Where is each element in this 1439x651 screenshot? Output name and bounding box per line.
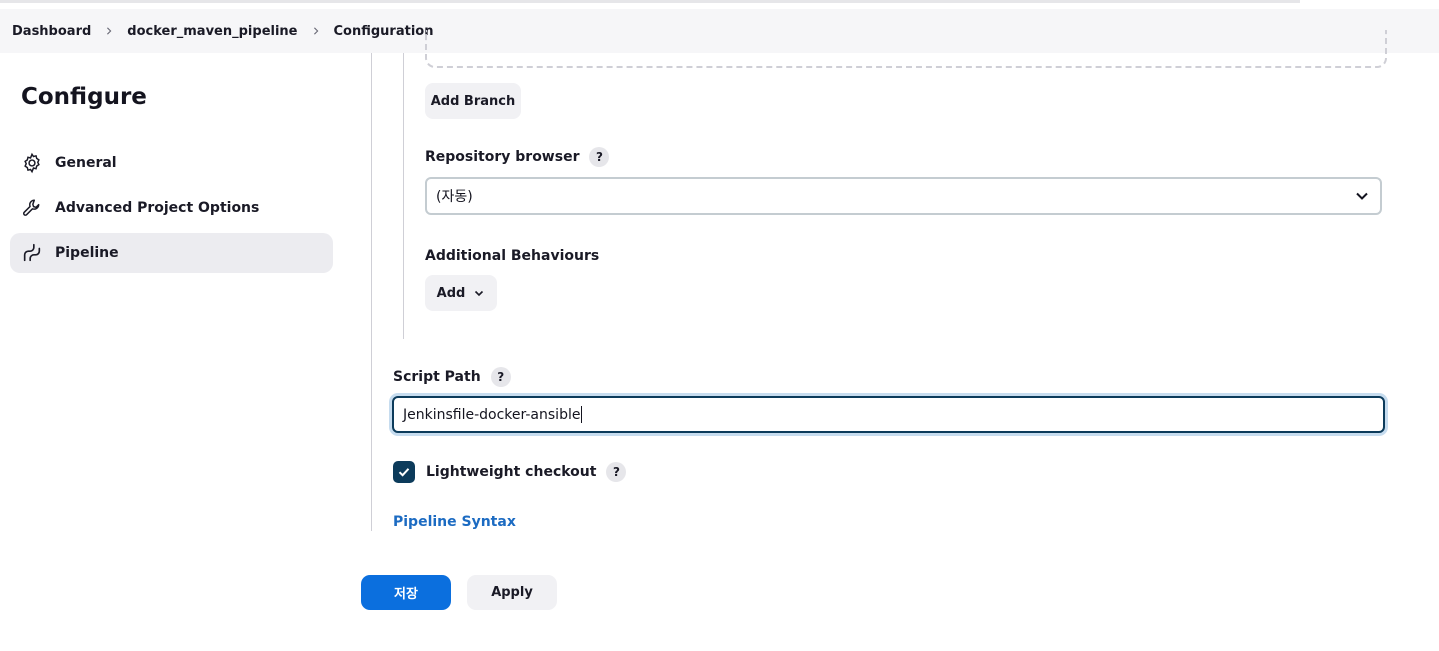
- chevron-down-icon: [1354, 188, 1370, 204]
- breadcrumb-dashboard[interactable]: Dashboard: [12, 24, 91, 39]
- script-path-value: Jenkinsfile-docker-ansible: [403, 406, 581, 423]
- add-branch-button[interactable]: Add Branch: [425, 83, 521, 119]
- pipeline-icon: [21, 242, 43, 264]
- sidebar-item-general[interactable]: General: [10, 143, 333, 183]
- add-button-label: Add: [436, 285, 466, 301]
- repository-browser-label: Repository browser ?: [425, 147, 610, 167]
- help-icon[interactable]: ?: [589, 147, 610, 167]
- sidebar-item-advanced-project-options[interactable]: Advanced Project Options: [10, 188, 333, 228]
- repository-browser-select[interactable]: (자동): [425, 177, 1382, 215]
- lightweight-checkout-label: Lightweight checkout ?: [426, 461, 627, 483]
- apply-button[interactable]: Apply: [467, 575, 557, 610]
- text-caret: [581, 406, 583, 423]
- help-icon[interactable]: ?: [606, 462, 627, 482]
- section-divider: [371, 53, 372, 531]
- breadcrumb-configuration[interactable]: Configuration: [334, 24, 434, 39]
- sidebar-item-label: Advanced Project Options: [55, 200, 260, 216]
- top-strip: [0, 0, 1439, 9]
- script-path-input[interactable]: Jenkinsfile-docker-ansible: [392, 396, 1385, 433]
- sidebar-item-pipeline[interactable]: Pipeline: [10, 233, 333, 273]
- breadcrumb-job[interactable]: docker_maven_pipeline: [127, 24, 297, 39]
- add-behaviour-button[interactable]: Add: [425, 275, 497, 311]
- chevron-right-icon: [312, 27, 320, 35]
- save-button[interactable]: 저장: [361, 575, 451, 610]
- lightweight-checkout-text[interactable]: Lightweight checkout: [426, 464, 596, 480]
- script-path-label: Script Path ?: [393, 367, 511, 387]
- repository-browser-text: Repository browser: [425, 149, 580, 165]
- chevron-right-icon: [105, 27, 113, 35]
- script-path-text: Script Path: [393, 369, 481, 385]
- checkmark-icon: [398, 468, 410, 477]
- page-title: Configure: [21, 84, 147, 110]
- gear-icon: [21, 152, 43, 174]
- repository-browser-value: (자동): [436, 189, 473, 205]
- lightweight-checkout-checkbox[interactable]: [393, 461, 415, 483]
- sidebar-item-label: Pipeline: [55, 245, 119, 261]
- pipeline-syntax-link[interactable]: Pipeline Syntax: [393, 514, 516, 530]
- wrench-icon: [21, 197, 43, 219]
- branch-drop-zone: [425, 30, 1387, 68]
- help-icon[interactable]: ?: [490, 367, 511, 387]
- nested-section-divider: [403, 53, 404, 339]
- chevron-down-icon: [473, 287, 485, 299]
- sidebar-item-label: General: [55, 155, 117, 171]
- additional-behaviours-label: Additional Behaviours: [425, 248, 600, 264]
